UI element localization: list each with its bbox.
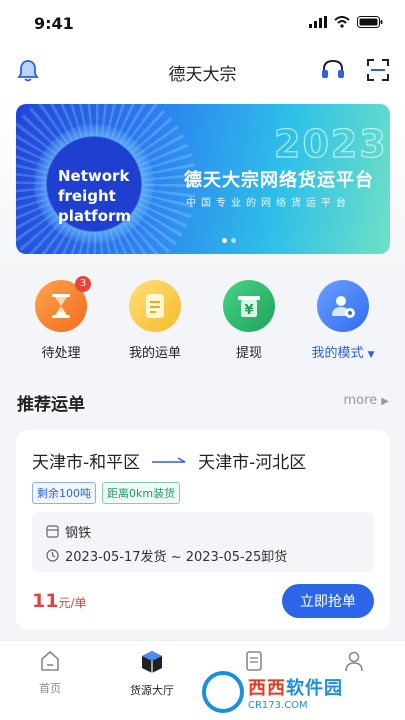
cargo-box-icon <box>142 651 162 673</box>
price-value: 11 <box>32 590 59 612</box>
headset-icon[interactable] <box>320 58 346 82</box>
route-origin: 天津市-和平区 <box>32 453 141 473</box>
banner-title: 德天大宗网络货运平台 <box>184 170 374 191</box>
quick-withdraw[interactable]: ¥ 提现 <box>204 280 294 361</box>
quick-my-mode-text: 我的模式 <box>311 346 364 361</box>
order-info-box: 钢铁 2023-05-17发货 ~ 2023-05-25卸货 <box>32 512 374 572</box>
banner-subtitle: 中国专业的网络货运平台 <box>186 198 351 209</box>
quick-waybill-circle <box>129 280 181 332</box>
quick-actions: 3 待处理 我的运单 ¥ 提现 我的模式 ▼ <box>0 276 405 370</box>
banner-en-line3: platform <box>58 207 132 225</box>
watermark-text: 西西软件园 CR173.COM <box>248 674 343 711</box>
route-destination: 天津市-河北区 <box>198 453 307 473</box>
watermark-main-a: 西西 <box>248 677 286 699</box>
grab-order-button[interactable]: 立即抢单 <box>282 584 374 618</box>
watermark-main: 西西软件园 <box>248 674 343 700</box>
quick-my-waybill-label: 我的运单 <box>128 346 181 361</box>
wifi-icon <box>334 16 350 28</box>
home-icon <box>41 650 59 671</box>
promo-banner[interactable]: Network freight platform 2023 德天大宗网络货运平台… <box>16 104 390 254</box>
watermark-main-b: 软件园 <box>286 677 343 699</box>
quick-pending[interactable]: 3 待处理 <box>16 276 106 361</box>
tab-home-label: 首页 <box>39 682 61 695</box>
watermark-logo-icon <box>202 671 244 713</box>
quick-my-mode-label: 我的模式 ▼ <box>298 342 388 361</box>
tab-cargo-hall[interactable]: 货源大厅 <box>112 649 192 698</box>
quick-my-waybill[interactable]: 我的运单 <box>110 280 200 361</box>
status-time: 9:41 <box>34 14 74 33</box>
distance-tag: 距离0km装货 <box>102 482 181 504</box>
quick-mode-circle <box>317 280 369 332</box>
banner-english-text: Network freight platform <box>58 166 131 226</box>
quick-pending-label: 待处理 <box>41 346 81 361</box>
route-arrow-icon <box>152 456 186 463</box>
recommended-orders-title: 推荐运单 <box>17 395 85 415</box>
banner-dot[interactable] <box>231 238 236 243</box>
svg-text:¥: ¥ <box>244 303 253 318</box>
quick-my-mode[interactable]: 我的模式 ▼ <box>298 280 388 361</box>
withdraw-icon: ¥ <box>238 296 260 318</box>
clock-icon <box>46 549 59 562</box>
tab-cargo-hall-label: 货源大厅 <box>130 684 174 697</box>
schedule-row: 2023-05-17发货 ~ 2023-05-25卸货 <box>46 546 287 565</box>
pending-badge: 3 <box>75 276 91 292</box>
signal-icon <box>309 16 327 28</box>
cargo-row: 钢铁 <box>46 522 91 541</box>
battery-icon <box>357 16 383 28</box>
order-card[interactable]: 天津市-和平区 天津市-河北区 剩余100吨 距离0km装货 钢铁 2023-0… <box>16 430 390 630</box>
nav-bar: 德天大宗 <box>0 46 405 96</box>
banner-en-line1: Network <box>58 167 130 185</box>
waybill-icon <box>146 294 164 318</box>
banner-en-line2: freight <box>58 187 116 205</box>
cargo-name: 钢铁 <box>65 526 92 541</box>
tab-home[interactable]: 首页 <box>10 649 90 696</box>
schedule-text: 2023-05-17发货 ~ 2023-05-25卸货 <box>65 550 288 565</box>
price-unit: 元/单 <box>58 596 87 610</box>
watermark-url: CR173.COM <box>248 699 308 711</box>
banner-year: 2023 <box>273 121 388 166</box>
more-link[interactable]: more ▶ <box>343 393 389 408</box>
more-text: more <box>343 393 378 408</box>
order-price: 11元/单 <box>32 590 87 612</box>
site-watermark: 西西软件园 CR173.COM <box>202 670 398 714</box>
quick-withdraw-circle: ¥ <box>223 280 275 332</box>
caret-down-icon: ▼ <box>367 350 375 360</box>
quick-pending-circle: 3 <box>35 276 91 332</box>
status-bar: 9:41 <box>0 0 405 46</box>
scan-icon[interactable] <box>366 58 390 82</box>
order-tags: 剩余100吨 距离0km装货 <box>32 482 181 504</box>
remaining-tag: 剩余100吨 <box>32 482 96 504</box>
quick-withdraw-label: 提现 <box>235 346 262 361</box>
user-settings-icon <box>332 296 355 318</box>
cargo-icon <box>46 525 59 538</box>
banner-dot-active[interactable] <box>222 238 227 243</box>
order-route: 天津市-和平区 天津市-河北区 <box>32 448 306 473</box>
caret-right-icon: ▶ <box>381 396 389 407</box>
status-icons <box>309 16 383 28</box>
banner-pagination[interactable] <box>222 238 236 243</box>
hourglass-icon <box>52 294 70 318</box>
